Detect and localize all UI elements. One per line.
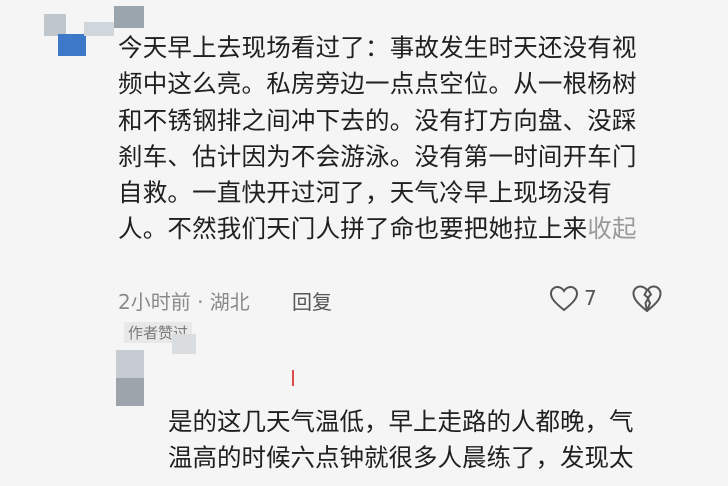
reply-button[interactable]: 回复 — [292, 286, 332, 315]
comment-line: 自救。一直快开过河了，天气冷早上现场没有 — [118, 178, 612, 208]
heart-outline-icon[interactable] — [549, 285, 579, 317]
reply-line: 是的这几天气温低，早上走路的人都晚，气 — [168, 407, 634, 436]
collapse-link[interactable]: 收起 — [587, 214, 636, 243]
time-location: 2小时前 · 湖北 — [118, 290, 250, 314]
comment-line: 频中这么亮。私房旁边一点点空位。从一根杨树 — [118, 69, 637, 99]
broken-heart-icon[interactable] — [632, 285, 662, 318]
comment-meta: 2小时前 · 湖北 回复 7 — [118, 285, 698, 318]
comment-line: 今天早上去现场看过了：事故发生时天还没有视 — [118, 33, 637, 62]
comment-line: 和不锈钢排之间冲下去的。没有打方向盘、没踩 — [118, 105, 637, 135]
decoration-mark — [292, 370, 294, 386]
like-count: 7 — [584, 286, 597, 310]
avatar[interactable] — [116, 334, 196, 410]
reply-text: 是的这几天气温低，早上走路的人都晚，气 温高的时候六点钟就很多人晨练了，发现太 — [168, 404, 688, 476]
reply-line: 温高的时候六点钟就很多人晨练了，发现太 — [168, 443, 634, 472]
comment-text: 今天早上去现场看过了：事故发生时天还没有视 频中这么亮。私房旁边一点点空位。从一… — [118, 30, 658, 248]
comment-line: 人。不然我们天门人拼了命也要把她拉上来 — [118, 214, 588, 244]
comment-line-last: 人。不然我们天门人拼了命也要把她拉上来收起 — [118, 211, 658, 247]
comment-line: 刹车、估计因为不会游泳。没有第一时间开车门 — [118, 141, 637, 171]
